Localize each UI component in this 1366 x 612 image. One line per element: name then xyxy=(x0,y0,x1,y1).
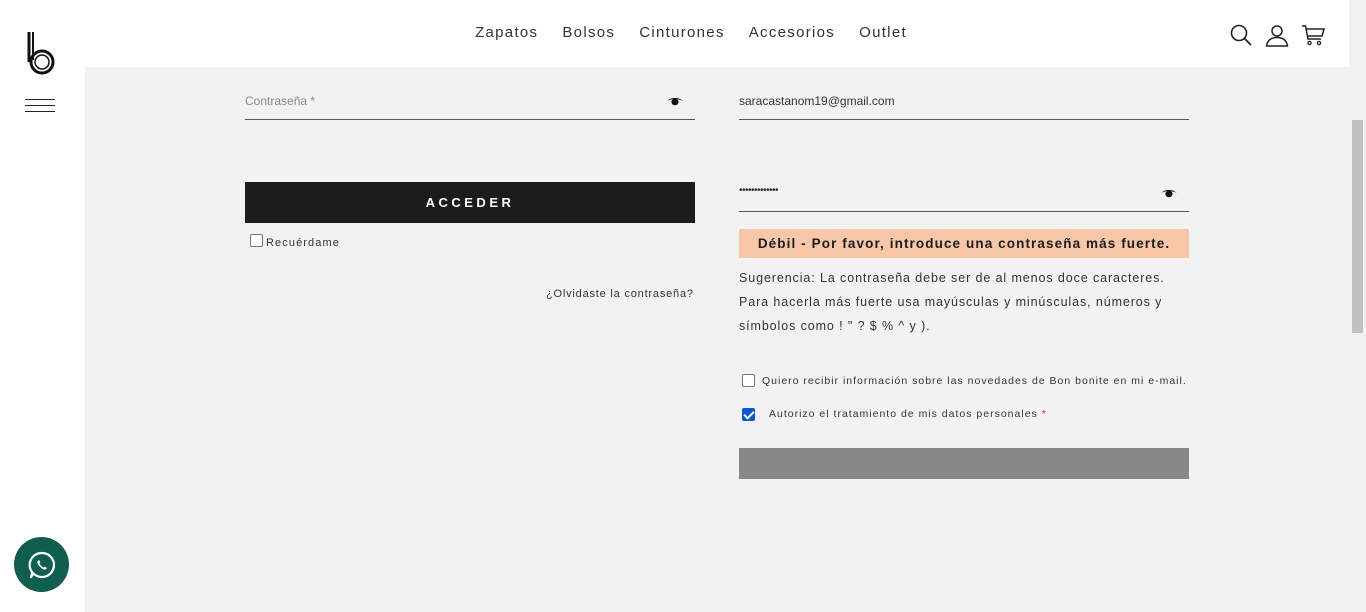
eye-icon[interactable] xyxy=(667,96,683,106)
newsletter-checkbox[interactable] xyxy=(742,374,755,387)
nav-item-cinturones[interactable]: Cinturones xyxy=(639,24,725,41)
whatsapp-icon xyxy=(28,551,55,578)
nav-item-accesorios[interactable]: Accesorios xyxy=(749,24,835,41)
search-icon[interactable] xyxy=(1229,23,1253,47)
nav-item-zapatos[interactable]: Zapatos xyxy=(475,24,538,41)
nav-item-outlet[interactable]: Outlet xyxy=(859,24,907,41)
required-mark: * xyxy=(1041,408,1047,420)
eye-icon[interactable] xyxy=(1161,188,1177,198)
login-submit-button[interactable]: ACCEDER xyxy=(245,182,695,223)
privacy-checkbox[interactable] xyxy=(742,408,755,421)
scrollbar-thumb[interactable] xyxy=(1352,120,1363,333)
left-sidebar xyxy=(0,0,85,612)
main-nav: Zapatos Bolsos Cinturones Accesorios Out… xyxy=(85,0,1349,67)
privacy-label: Autorizo el tratamiento de mis datos per… xyxy=(769,408,1038,420)
remember-checkbox[interactable] xyxy=(250,234,263,247)
password-hint: Sugerencia: La contraseña debe ser de al… xyxy=(739,271,1165,333)
privacy-label-wrap: Autorizo el tratamiento de mis datos per… xyxy=(769,408,1047,420)
newsletter-label: Quiero recibir información sobre las nov… xyxy=(762,375,1187,387)
user-icon[interactable] xyxy=(1265,23,1289,47)
login-password-field[interactable]: Contraseña * xyxy=(245,90,695,120)
register-submit-button[interactable] xyxy=(739,448,1189,479)
header-icons xyxy=(1229,23,1325,47)
whatsapp-button[interactable] xyxy=(14,537,69,592)
register-email-value: saracastanom19@gmail.com xyxy=(739,94,895,108)
password-strength-badge: Débil - Por favor, introduce una contras… xyxy=(739,229,1189,258)
page-scrollbar[interactable] xyxy=(1349,0,1366,612)
hamburger-icon[interactable] xyxy=(25,99,55,113)
cart-icon[interactable] xyxy=(1301,23,1325,47)
nav-item-bolsos[interactable]: Bolsos xyxy=(562,24,615,41)
login-password-placeholder: Contraseña * xyxy=(245,94,316,108)
forgot-password-link[interactable]: ¿Olvidaste la contraseña? xyxy=(546,288,694,300)
top-header: Zapatos Bolsos Cinturones Accesorios Out… xyxy=(85,0,1349,67)
register-password-value: ••••••••••••• xyxy=(739,185,779,196)
logo-b[interactable] xyxy=(26,30,58,76)
password-strength-message: Débil - Por favor, introduce una contras… xyxy=(757,236,1171,251)
register-email-field[interactable]: saracastanom19@gmail.com xyxy=(739,90,1189,120)
register-password-field[interactable]: ••••••••••••• xyxy=(739,182,1189,212)
remember-label: Recuérdame xyxy=(266,237,340,249)
